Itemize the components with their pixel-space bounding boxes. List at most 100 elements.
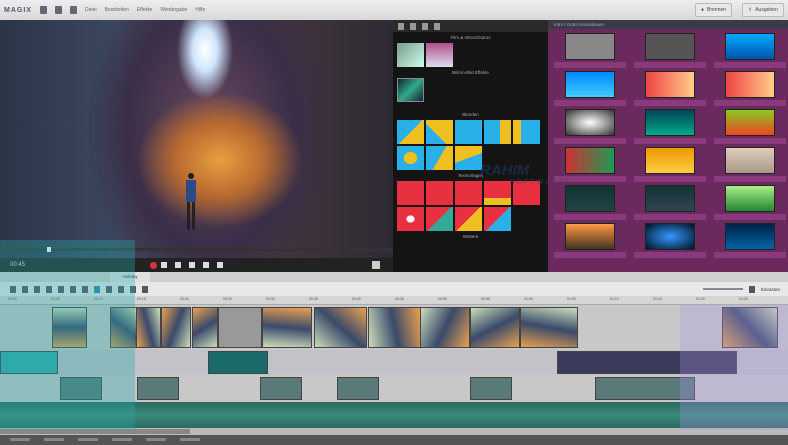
text-template-tile[interactable] [484,207,511,231]
overlay-clip[interactable] [0,351,58,374]
text-template-tile[interactable] [455,207,482,231]
preview-scrubber[interactable] [0,247,393,252]
timeline-scrollbar[interactable] [0,428,788,435]
text-icon[interactable] [410,22,416,30]
transition-tile[interactable] [397,120,424,144]
video-clip[interactable] [368,307,421,348]
grid-icon[interactable] [130,285,136,293]
video-clip[interactable] [52,307,87,348]
pause-button[interactable] [203,262,210,268]
image-icon[interactable] [434,22,440,30]
menu-effects[interactable]: Effekte [137,7,152,13]
rewind-button[interactable] [175,262,182,268]
menu-edit[interactable]: Bearbeiten [105,7,129,13]
redo-icon[interactable] [22,285,28,293]
intro-template-item[interactable] [634,109,706,144]
intro-template-item[interactable] [554,71,626,106]
text-template-tile[interactable] [455,181,482,205]
transition-tile[interactable] [455,146,482,170]
video-clip[interactable] [420,307,470,348]
audio-track[interactable] [0,402,788,428]
overlay-clip[interactable] [557,351,737,374]
transition-tile[interactable] [455,120,482,144]
skip-back-button[interactable] [161,262,168,268]
menu-playback[interactable]: Wiedergabe [160,7,187,13]
transition-tile[interactable] [426,146,453,170]
title-clip[interactable] [337,377,379,400]
video-clip[interactable] [110,307,137,348]
text-template-tile[interactable] [397,181,424,205]
open-folder-icon[interactable] [54,6,62,14]
title-clip[interactable] [137,377,179,400]
text-template-tile[interactable] [426,207,453,231]
intro-template-item[interactable] [714,109,786,144]
intro-template-item[interactable] [634,185,706,220]
intro-template-item[interactable] [634,147,706,182]
intro-template-item[interactable] [714,185,786,220]
intro-template-item[interactable] [554,33,626,68]
intro-template-item[interactable] [634,223,706,258]
intro-template-item[interactable] [554,147,626,182]
intro-template-item[interactable] [554,109,626,144]
timeline-ruler[interactable]: 00:00 00:05 00:10 00:15 00:20 00:25 00:30 00:35… [0,296,788,305]
pencil-icon[interactable] [106,285,112,293]
text-template-tile[interactable] [397,207,424,231]
intro-template-item[interactable] [634,33,706,68]
video-clip[interactable] [722,307,778,348]
zoom-slider[interactable] [702,288,743,290]
overlay-clip[interactable] [208,351,268,374]
template-tile[interactable] [426,43,453,67]
split-icon[interactable] [118,285,124,293]
intro-template-item[interactable] [714,71,786,106]
copy-icon[interactable] [58,285,64,293]
record-button[interactable] [150,261,158,269]
fullscreen-button[interactable] [372,261,381,269]
stop-button[interactable] [189,262,196,268]
new-file-icon[interactable] [39,6,47,14]
snap-label[interactable]: Einrasten [761,287,780,292]
transition-tile[interactable] [513,120,540,144]
cut-icon[interactable] [46,285,52,293]
video-clip[interactable] [136,307,161,348]
delete-icon[interactable] [34,285,40,293]
mouse-mode-icon[interactable] [94,285,100,293]
template-tile[interactable] [397,43,424,67]
intro-template-item[interactable] [554,185,626,220]
intro-template-item[interactable] [714,147,786,182]
intro-template-item[interactable] [714,223,786,258]
burn-button[interactable]: ● Brennen [695,3,732,17]
title-clip[interactable] [260,377,302,400]
text-template-tile[interactable] [426,181,453,205]
text-template-tile[interactable] [484,181,511,205]
video-clip[interactable] [218,307,262,348]
intro-template-item[interactable] [714,33,786,68]
effects-icon[interactable] [422,22,428,30]
video-clip[interactable] [262,307,312,348]
export-button[interactable]: ⇧ Ausgeben [742,3,784,17]
video-clip[interactable] [314,307,367,348]
title-clip[interactable] [595,377,695,400]
marker-icon[interactable] [142,285,148,293]
menu-help[interactable]: Hilfe [195,7,205,13]
transition-tile[interactable] [397,146,424,170]
template-tile[interactable] [397,78,424,102]
zoom-icon[interactable] [748,285,755,293]
scrubber-handle[interactable] [47,247,51,252]
title-icon[interactable] [82,285,88,293]
undo-icon[interactable] [10,285,16,293]
paste-icon[interactable] [70,285,76,293]
video-clip[interactable] [192,307,218,348]
video-preview[interactable] [0,20,393,258]
video-clip[interactable] [470,307,520,348]
menu-file[interactable]: Datei [85,7,97,13]
save-icon[interactable] [69,6,77,14]
video-clip[interactable] [161,307,191,348]
title-clip[interactable] [470,377,512,400]
transition-tile[interactable] [484,120,511,144]
intro-template-item[interactable] [634,71,706,106]
intro-template-item[interactable] [554,223,626,258]
play-button[interactable] [217,262,224,268]
media-icon[interactable] [398,22,404,30]
transition-tile[interactable] [426,120,453,144]
tab-holiday[interactable]: Holiday [110,272,150,282]
